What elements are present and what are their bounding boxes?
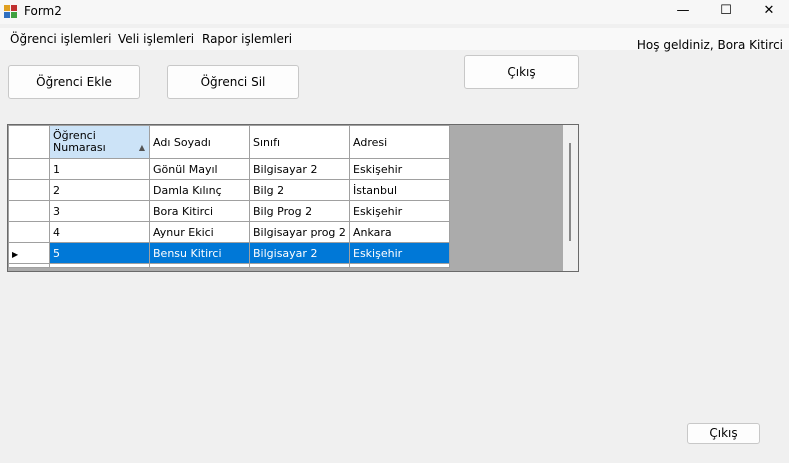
cell-adresi[interactable]: Eskişehir [349,242,450,264]
scrollbar-thumb[interactable] [569,143,571,241]
cell-sinifi[interactable]: Bilgisayar 2 [249,158,350,180]
row-header-current[interactable]: ▶ [8,242,50,264]
cell-numara[interactable]: 1 [49,158,150,180]
current-row-pointer-icon: ▶ [12,249,19,259]
title-bar: Form2 — ☐ ✕ [0,0,789,24]
exit-button-top[interactable]: Çıkış [464,55,579,89]
column-header-label: Öğrenci Numarası [53,129,106,154]
cell-sinifi[interactable]: Bilgisayar prog 2 [249,221,350,243]
vertical-scrollbar[interactable] [563,125,578,271]
table-row[interactable]: 2 Damla Kılınç Bilg 2 İstanbul [8,179,450,201]
cell-empty[interactable] [49,263,150,268]
row-header[interactable] [8,221,50,243]
column-header-adi-soyadi[interactable]: Adı Soyadı [149,125,250,159]
maximize-button[interactable]: ☐ [703,0,749,24]
row-header[interactable] [8,179,50,201]
table-row[interactable]: 4 Aynur Ekici Bilgisayar prog 2 Ankara [8,221,450,243]
exit-button-bottom[interactable]: Çıkış [687,423,760,444]
row-header-corner[interactable] [8,125,50,159]
table-row[interactable]: 1 Gönül Mayıl Bilgisayar 2 Eskişehir [8,158,450,180]
cell-adi-soyadi[interactable]: Bensu Kitirci [149,242,250,264]
cell-empty[interactable] [149,263,250,268]
form-app-icon [4,5,17,18]
cell-adresi[interactable]: Eskişehir [349,158,450,180]
cell-adi-soyadi[interactable]: Aynur Ekici [149,221,250,243]
cell-sinifi[interactable]: Bilg Prog 2 [249,200,350,222]
close-button[interactable]: ✕ [746,0,789,24]
cell-sinifi[interactable]: Bilgisayar 2 [249,242,350,264]
welcome-label: Hoş geldiniz, Bora Kitirci [636,38,783,52]
table-row-selected[interactable]: ▶ 5 Bensu Kitirci Bilgisayar 2 Eskişehir [8,242,450,264]
cell-sinifi[interactable]: Bilg 2 [249,179,350,201]
row-header[interactable] [8,263,50,268]
column-header-sinifi[interactable]: Sınıfı [249,125,350,159]
row-header[interactable] [8,158,50,180]
cell-numara[interactable]: 2 [49,179,150,201]
cell-adresi[interactable]: Ankara [349,221,450,243]
menu-veli-islemleri[interactable]: Veli işlemleri [118,32,194,46]
window-title: Form2 [24,4,62,18]
menu-rapor-islemleri[interactable]: Rapor işlemleri [202,32,292,46]
cell-adresi[interactable]: İstanbul [349,179,450,201]
minimize-button[interactable]: — [660,0,706,24]
menu-ogrenci-islemleri[interactable]: Öğrenci işlemleri [10,32,111,46]
cell-empty[interactable] [349,263,450,268]
cell-adi-soyadi[interactable]: Bora Kitirci [149,200,250,222]
cell-numara[interactable]: 3 [49,200,150,222]
column-header-adresi[interactable]: Adresi [349,125,450,159]
cell-adi-soyadi[interactable]: Damla Kılınç [149,179,250,201]
cell-adresi[interactable]: Eskişehir [349,200,450,222]
students-data-grid[interactable]: Öğrenci Numarası ▲ Adı Soyadı Sınıfı Adre… [7,124,579,272]
cell-empty[interactable] [249,263,350,268]
table-header-row: Öğrenci Numarası ▲ Adı Soyadı Sınıfı Adre… [8,125,450,159]
delete-student-button[interactable]: Öğrenci Sil [167,65,299,99]
table-row-partial[interactable] [8,263,450,268]
column-header-numara[interactable]: Öğrenci Numarası ▲ [49,125,150,159]
cell-numara[interactable]: 4 [49,221,150,243]
add-student-button[interactable]: Öğrenci Ekle [8,65,140,99]
students-table: Öğrenci Numarası ▲ Adı Soyadı Sınıfı Adre… [8,125,450,268]
cell-adi-soyadi[interactable]: Gönül Mayıl [149,158,250,180]
sort-ascending-icon: ▲ [138,143,145,152]
cell-numara[interactable]: 5 [49,242,150,264]
table-row[interactable]: 3 Bora Kitirci Bilg Prog 2 Eskişehir [8,200,450,222]
row-header[interactable] [8,200,50,222]
